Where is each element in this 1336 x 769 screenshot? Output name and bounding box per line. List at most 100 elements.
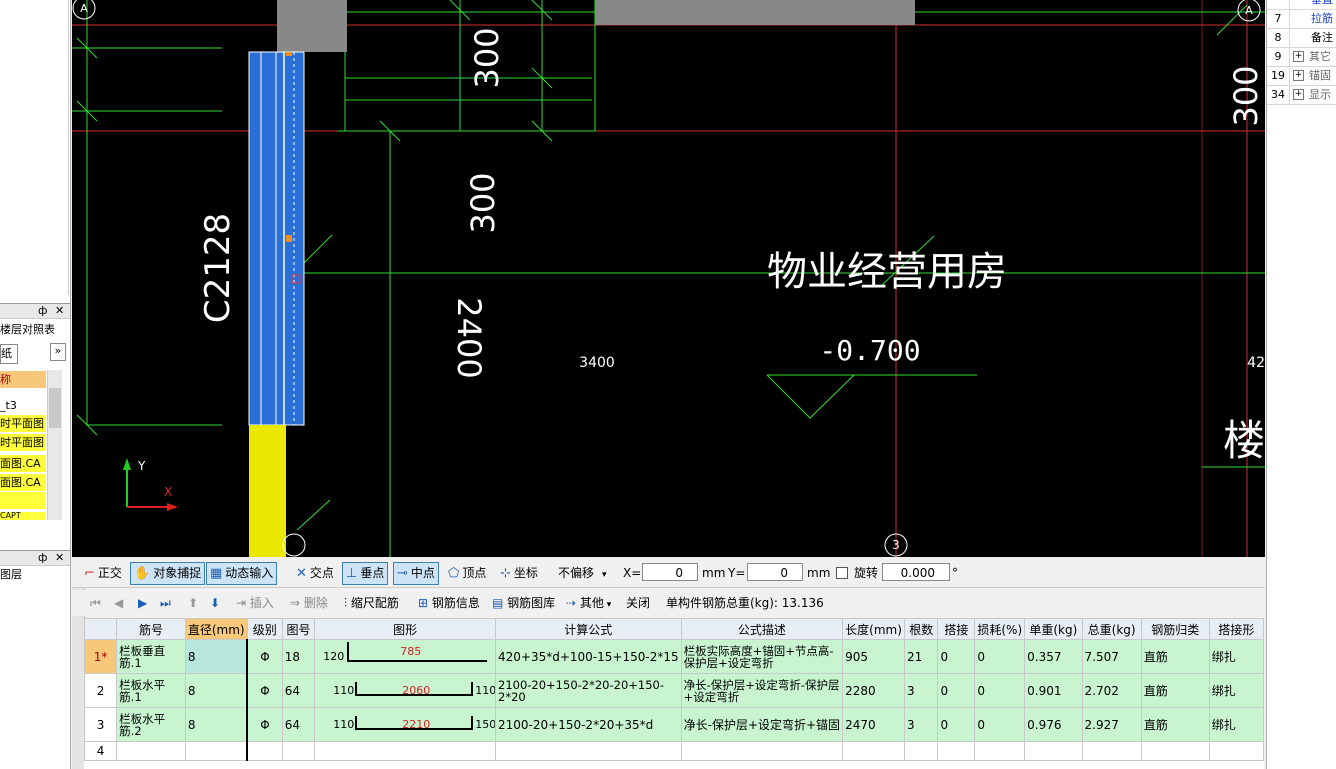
column-header[interactable]: 长度(mm): [842, 618, 906, 640]
first-record-icon[interactable]: ⏮: [90, 594, 101, 612]
close-button[interactable]: 关闭: [626, 594, 650, 612]
column-header[interactable]: 钢筋归类: [1140, 618, 1210, 640]
unit-weight-cell[interactable]: 0.976: [1024, 707, 1083, 742]
formula-desc-cell[interactable]: 净长-保护层+设定弯折-保护层+设定弯折: [680, 673, 844, 708]
figure-no-cell[interactable]: 64: [281, 707, 316, 742]
scrollbar-thumb[interactable]: [49, 388, 61, 428]
category-cell[interactable]: 直筋: [1140, 639, 1210, 674]
lap-cell[interactable]: 0: [937, 707, 976, 742]
row-index[interactable]: 1*: [84, 639, 118, 674]
lap-type-cell[interactable]: 绑扎: [1208, 639, 1264, 674]
category-cell[interactable]: 直筋: [1140, 673, 1210, 708]
grade-cell[interactable]: Φ: [246, 639, 283, 674]
prev-record-icon[interactable]: ◀: [114, 594, 123, 612]
column-header[interactable]: 筋号: [116, 618, 186, 640]
y-input[interactable]: 0: [747, 563, 803, 581]
table-row[interactable]: 3 栏板水平筋.2 8 Φ 64 110 2210 150 2100-20+15…: [84, 707, 1264, 742]
last-record-icon[interactable]: ⏭: [160, 594, 171, 612]
scrollbar[interactable]: [47, 370, 62, 520]
diameter-cell[interactable]: 8: [184, 673, 249, 708]
lap-cell[interactable]: 0: [937, 673, 976, 708]
formula-desc-cell[interactable]: 净长-保护层+设定弯折+锚固: [680, 707, 844, 742]
pin-icon[interactable]: ф: [38, 551, 47, 565]
next-record-icon[interactable]: ▶: [138, 594, 147, 612]
column-header[interactable]: 总重(kg): [1081, 618, 1142, 640]
list-item[interactable]: 面图.CA: [0, 455, 46, 472]
count-cell[interactable]: 3: [904, 673, 939, 708]
row-index[interactable]: 3: [84, 707, 118, 742]
diameter-cell[interactable]: 8: [184, 639, 249, 674]
rotate-input[interactable]: 0.000: [882, 563, 950, 581]
count-cell[interactable]: 3: [904, 707, 939, 742]
loss-cell[interactable]: 0: [974, 639, 1026, 674]
shape-cell[interactable]: 120 785: [314, 639, 496, 674]
ortho-button[interactable]: ⌐ 正交: [80, 562, 126, 585]
list-item[interactable]: 时平面图: [0, 415, 46, 432]
formula-cell[interactable]: 420+35*d+100-15+150-2*15: [495, 639, 682, 674]
expand-plus-icon[interactable]: +: [1293, 89, 1304, 100]
column-header[interactable]: 根数: [904, 618, 939, 640]
grade-cell[interactable]: Φ: [246, 673, 283, 708]
rebar-library-button[interactable]: ▤ 钢筋图库: [492, 594, 555, 612]
property-row[interactable]: 19 + 锚固: [1267, 66, 1336, 86]
vertex-snap-button[interactable]: ⬠ 顶点: [444, 562, 490, 585]
length-cell[interactable]: 2470: [842, 707, 906, 742]
column-header[interactable]: 图形: [314, 618, 496, 640]
layer-item[interactable]: 图层: [0, 566, 46, 583]
total-weight-cell[interactable]: 2.927: [1081, 707, 1142, 742]
insert-button[interactable]: ⇥ 插入: [236, 594, 274, 612]
table-row[interactable]: 4: [84, 741, 1264, 761]
diameter-cell[interactable]: 8: [184, 707, 249, 742]
expand-plus-icon[interactable]: +: [1293, 51, 1304, 62]
property-row[interactable]: 8 备注: [1267, 28, 1336, 48]
pin-icon[interactable]: ф: [38, 304, 47, 318]
move-up-icon[interactable]: ⬆: [188, 594, 198, 612]
column-header[interactable]: 公式描述: [680, 618, 844, 640]
lap-type-cell[interactable]: 绑扎: [1208, 673, 1264, 708]
length-cell[interactable]: 905: [842, 639, 906, 674]
rotate-checkbox[interactable]: [836, 567, 848, 579]
lap-cell[interactable]: 0: [937, 639, 976, 674]
row-index[interactable]: 4: [84, 741, 118, 761]
property-row[interactable]: 7 拉筋: [1267, 9, 1336, 29]
bar-name-cell[interactable]: 栏板垂直筋.1: [116, 639, 186, 674]
midpoint-snap-button[interactable]: ⊸ 中点: [393, 562, 439, 585]
property-row[interactable]: 9 + 其它: [1267, 47, 1336, 67]
list-item[interactable]: [0, 492, 46, 509]
expand-plus-icon[interactable]: +: [1293, 70, 1304, 81]
column-header[interactable]: 损耗(%): [974, 618, 1026, 640]
other-menu-button[interactable]: ⇢ 其他 ▾: [566, 594, 611, 612]
property-row[interactable]: 34 + 显示: [1267, 85, 1336, 105]
osnap-button[interactable]: ✋ 对象捕捉: [130, 562, 206, 585]
list-item[interactable]: 时平面图: [0, 434, 46, 451]
offset-mode-select[interactable]: 不偏移 ▾: [554, 562, 611, 585]
table-row[interactable]: 2 栏板水平筋.1 8 Φ 64 110 2060 110 2100-20+15…: [84, 673, 1264, 708]
column-header[interactable]: 级别: [246, 618, 283, 640]
loss-cell[interactable]: 0: [974, 673, 1026, 708]
coordinate-button[interactable]: ⊹ 坐标: [496, 562, 542, 585]
figure-no-cell[interactable]: 64: [281, 673, 316, 708]
grade-cell[interactable]: Φ: [246, 707, 283, 742]
rebar-info-button[interactable]: ⊞ 钢筋信息: [418, 594, 480, 612]
move-down-icon[interactable]: ⬇: [210, 594, 220, 612]
total-weight-cell[interactable]: 7.507: [1081, 639, 1142, 674]
formula-desc-cell[interactable]: 栏板实际高度+锚固+节点高-保护层+设定弯折: [680, 639, 844, 674]
shape-cell[interactable]: 110 2210 150: [314, 707, 496, 742]
perpendicular-snap-button[interactable]: ⊥ 垂点: [342, 562, 389, 585]
column-header[interactable]: 单重(kg): [1024, 618, 1083, 640]
column-header[interactable]: 直径(mm): [184, 618, 248, 640]
expand-icon[interactable]: »: [50, 343, 66, 361]
cad-drawing-canvas[interactable]: 3 A A 物业经营用房 -0.700 3400 42 楼 C2128 300 …: [72, 0, 1265, 557]
column-header[interactable]: 搭接: [937, 618, 976, 640]
close-icon[interactable]: ✕: [55, 551, 64, 565]
table-row[interactable]: 1* 栏板垂直筋.1 8 Φ 18 120 785 420+35*d+100-1…: [84, 639, 1264, 674]
column-header[interactable]: 搭接形: [1208, 618, 1264, 640]
category-cell[interactable]: 直筋: [1140, 707, 1210, 742]
row-index[interactable]: 2: [84, 673, 118, 708]
list-item[interactable]: 面图.CA: [0, 474, 46, 491]
loss-cell[interactable]: 0: [974, 707, 1026, 742]
delete-button[interactable]: ⇒ 删除: [290, 594, 328, 612]
count-cell[interactable]: 21: [904, 639, 939, 674]
unit-weight-cell[interactable]: 0.357: [1024, 639, 1083, 674]
column-header[interactable]: 计算公式: [495, 618, 682, 640]
